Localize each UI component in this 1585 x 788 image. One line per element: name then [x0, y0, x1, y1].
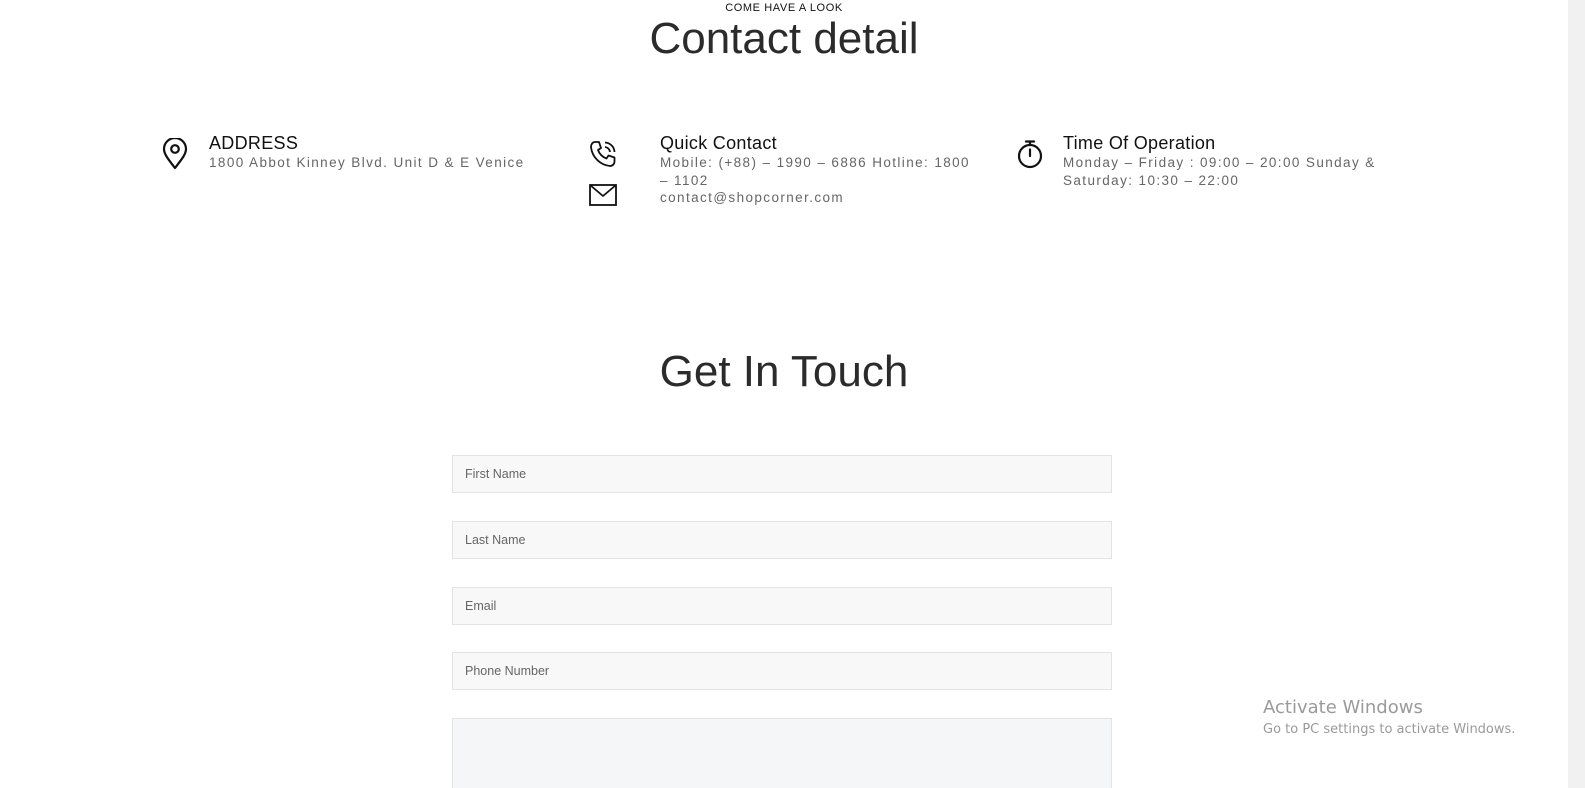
- message-textarea[interactable]: [452, 718, 1112, 788]
- main-content: COME HAVE A LOOK Contact detail ADDRESS …: [0, 0, 1568, 788]
- phone-icon: [588, 139, 618, 174]
- mail-icon: [588, 183, 618, 212]
- address-text: 1800 Abbot Kinney Blvd. Unit D & E Venic…: [209, 155, 525, 170]
- hours-text: Monday – Friday : 09:00 – 20:00 Sunday &…: [1063, 155, 1376, 188]
- section-eyebrow: COME HAVE A LOOK: [725, 2, 843, 14]
- phone-number-input[interactable]: [452, 652, 1112, 690]
- vertical-scrollbar[interactable]: [1568, 0, 1585, 788]
- get-in-touch-title: Get In Touch: [659, 347, 909, 396]
- address-heading: ADDRESS: [209, 133, 299, 153]
- first-name-input[interactable]: [452, 455, 1112, 493]
- page: COME HAVE A LOOK Contact detail ADDRESS …: [0, 0, 1585, 788]
- stopwatch-icon: [1015, 139, 1045, 174]
- hours-heading: Time Of Operation: [1063, 133, 1216, 153]
- phone-numbers-text: Mobile: (+88) – 1990 – 6886 Hotline: 180…: [660, 155, 970, 188]
- contact-detail-title: Contact detail: [649, 14, 919, 63]
- last-name-input[interactable]: [452, 521, 1112, 559]
- watermark-title: Activate Windows: [1263, 697, 1423, 718]
- quick-contact-heading: Quick Contact: [660, 133, 777, 153]
- email-input[interactable]: [452, 587, 1112, 625]
- contact-email-text[interactable]: contact@shopcorner.com: [660, 190, 844, 205]
- activate-windows-watermark: Activate Windows Go to PC settings to ac…: [1263, 697, 1515, 737]
- watermark-subtitle: Go to PC settings to activate Windows.: [1263, 722, 1516, 737]
- map-pin-icon: [162, 136, 188, 175]
